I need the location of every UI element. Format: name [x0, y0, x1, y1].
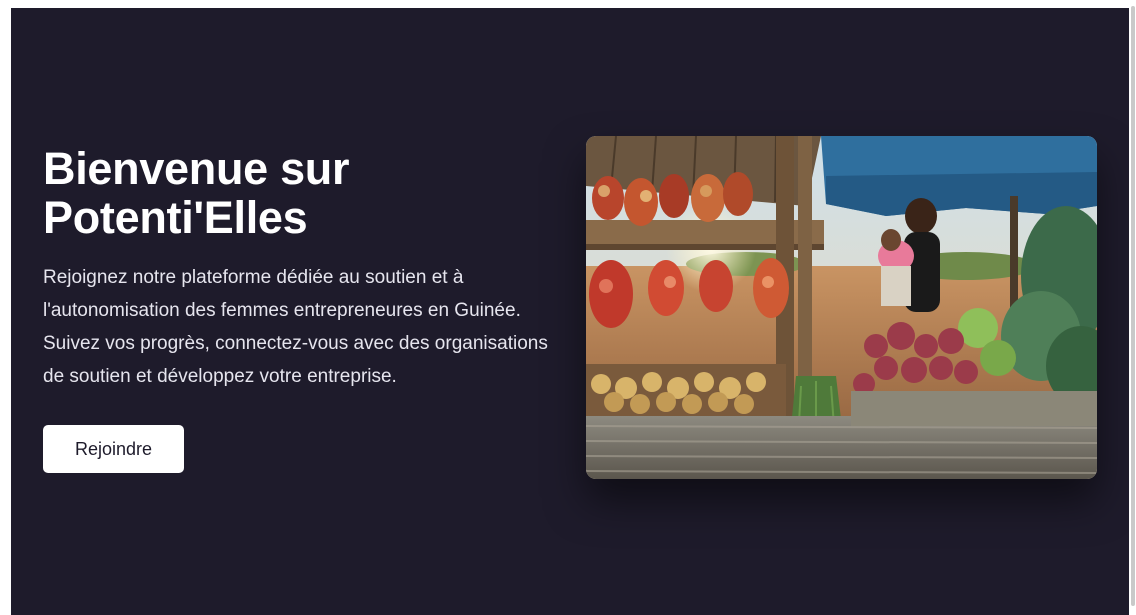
- hero-image: [586, 136, 1097, 479]
- join-button[interactable]: Rejoindre: [43, 425, 184, 473]
- hero-description: Rejoignez notre plateforme dédiée au sou…: [43, 267, 548, 387]
- scrollbar-thumb[interactable]: [1131, 6, 1135, 606]
- hero-title: Bienvenue sur Potenti'Elles: [43, 143, 350, 243]
- hero-section: Bienvenue sur Potenti'Elles Rejoignez no…: [11, 8, 1129, 615]
